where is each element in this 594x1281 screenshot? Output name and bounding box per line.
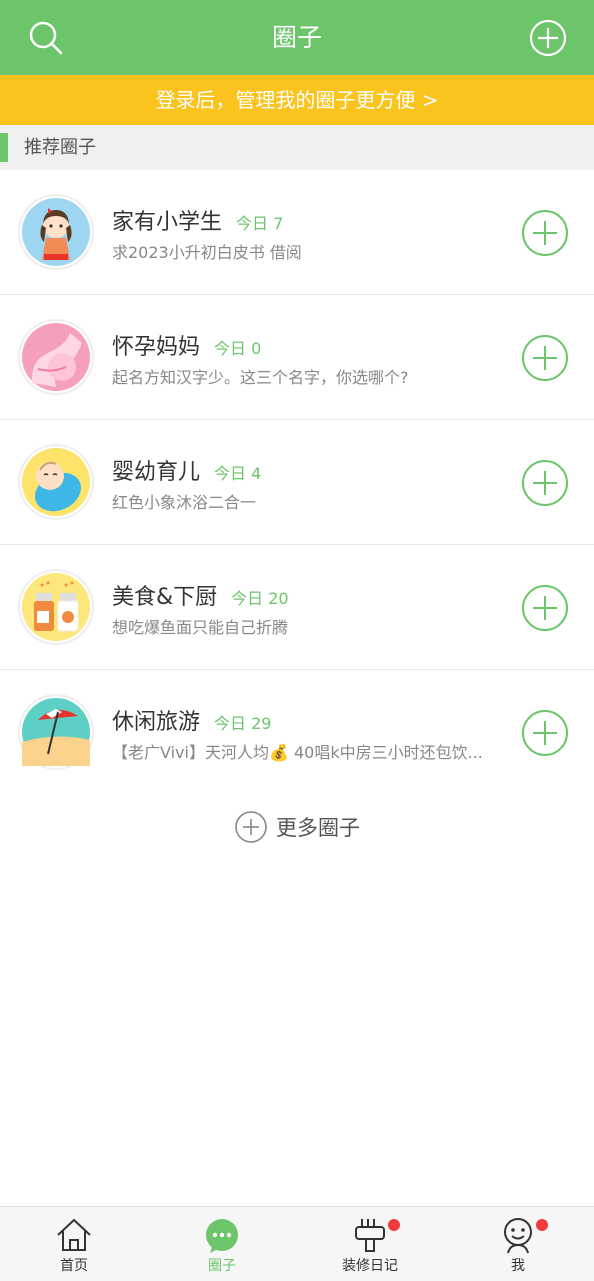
tab-renovation-diary[interactable]: 装修日记	[296, 1207, 444, 1281]
tab-home-label: 首页	[60, 1258, 88, 1274]
schoolgirl-avatar	[18, 194, 94, 270]
beach-umbrella-avatar	[18, 694, 94, 770]
list-item[interactable]: 美食&下厨 今日 20 想吃爆鱼面只能自己折腾	[0, 545, 594, 670]
login-banner[interactable]: 登录后，管理我的圈子更方便 >	[0, 75, 594, 125]
today-count: 今日 0	[214, 339, 262, 358]
tab-me-label: 我	[511, 1258, 525, 1274]
section-header: 推荐圈子	[0, 125, 594, 170]
pregnant-avatar	[18, 319, 94, 395]
top-nav-bar: 圈子	[0, 0, 594, 75]
join-circle-button[interactable]	[521, 584, 569, 632]
plus-circle-icon	[235, 811, 267, 843]
tab-home[interactable]: 首页	[0, 1207, 148, 1281]
more-circles-button[interactable]: 更多圈子	[0, 810, 594, 850]
chat-bubble-icon	[206, 1219, 238, 1253]
today-count: 今日 4	[214, 464, 262, 483]
circle-latest-post: 起名方知汉字少。这三个名字，你选哪个?	[112, 368, 409, 387]
join-circle-button[interactable]	[521, 334, 569, 382]
circle-name: 婴幼育儿 今日 4	[112, 460, 262, 485]
circle-name: 怀孕妈妈 今日 0	[112, 335, 262, 360]
today-count: 今日 20	[231, 589, 289, 608]
list-item[interactable]: 休闲旅游 今日 29 【老广Vivi】天河人均💰 40唱k中房三小时还包饮...	[0, 670, 594, 794]
section-title: 推荐圈子	[24, 137, 96, 158]
circle-name: 家有小学生 今日 7	[112, 210, 284, 235]
tab-circle-label: 圈子	[208, 1258, 236, 1274]
list-item[interactable]: 怀孕妈妈 今日 0 起名方知汉字少。这三个名字，你选哪个?	[0, 295, 594, 420]
plus-circle-icon[interactable]	[529, 19, 567, 57]
today-count: 今日 7	[236, 214, 284, 233]
circle-latest-post: 红色小象沐浴二合一	[112, 493, 257, 512]
join-circle-button[interactable]	[521, 209, 569, 257]
circle-name: 休闲旅游 今日 29	[112, 710, 272, 735]
join-circle-button[interactable]	[521, 459, 569, 507]
list-item[interactable]: 家有小学生 今日 7 求2023小升初白皮书 借阅	[0, 170, 594, 295]
notification-badge	[388, 1219, 400, 1231]
tab-me[interactable]: 我	[444, 1207, 592, 1281]
today-count: 今日 29	[214, 714, 272, 733]
baby-avatar	[18, 444, 94, 520]
circle-name: 美食&下厨 今日 20	[112, 585, 289, 610]
page-title: 圈子	[271, 23, 322, 52]
bottom-tab-bar: 首页 圈子 装修日记 我	[0, 1206, 594, 1281]
circle-latest-post: 【老广Vivi】天河人均💰 40唱k中房三小时还包饮...	[112, 743, 483, 762]
list-item[interactable]: 婴幼育儿 今日 4 红色小象沐浴二合一	[0, 420, 594, 545]
circle-latest-post: 想吃爆鱼面只能自己折腾	[112, 618, 289, 637]
circle-latest-post: 求2023小升初白皮书 借阅	[112, 243, 302, 262]
join-circle-button[interactable]	[521, 709, 569, 757]
tab-circle[interactable]: 圈子	[148, 1207, 296, 1281]
circle-list: 家有小学生 今日 7 求2023小升初白皮书 借阅 怀孕妈妈 今日 0 起名方知汉字…	[0, 170, 594, 794]
user-face-icon	[504, 1218, 532, 1254]
home-icon	[57, 1218, 91, 1251]
seasoning-bottles-avatar	[18, 569, 94, 645]
more-circles-label: 更多圈子	[276, 816, 360, 840]
section-accent-bar	[0, 133, 8, 162]
paint-brush-icon	[355, 1219, 385, 1252]
tab-renovation-diary-label: 装修日记	[342, 1258, 398, 1274]
notification-badge	[536, 1219, 548, 1231]
